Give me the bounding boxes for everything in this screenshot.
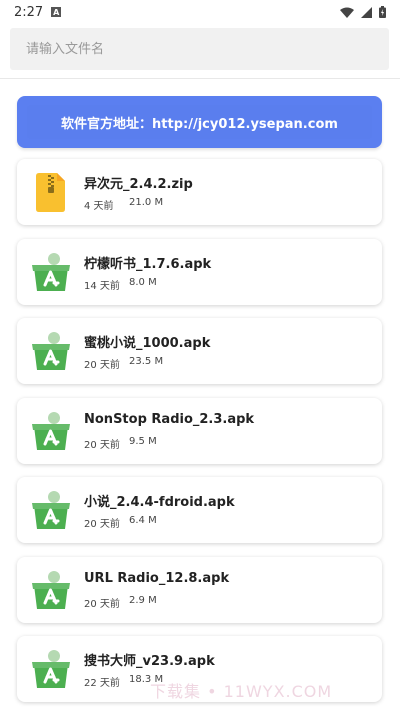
search-box — [10, 28, 389, 70]
file-meta: 20 天前 6.4 M — [84, 515, 157, 530]
file-name: URL Radio_12.8.apk — [84, 570, 230, 586]
divider — [0, 78, 400, 79]
file-meta: 20 天前 23.5 M — [84, 356, 163, 371]
apk-icon — [32, 332, 70, 370]
file-name: 异次元_2.4.2.zip — [84, 177, 193, 192]
file-size: 8.0 M — [129, 276, 157, 288]
file-name: 搜书大师_v23.9.apk — [84, 654, 215, 669]
file-date: 20 天前 — [84, 439, 120, 451]
file-meta: 20 天前 2.9 M — [84, 595, 157, 610]
search-input[interactable] — [24, 40, 375, 58]
file-date: 14 天前 — [84, 280, 120, 292]
file-size: 9.5 M — [129, 435, 157, 447]
file-name: 小说_2.4.4-fdroid.apk — [84, 495, 235, 510]
file-meta: 14 天前 8.0 M — [84, 277, 157, 292]
file-item[interactable]: 柠檬听书_1.7.6.apk 14 天前 8.0 M — [17, 238, 382, 305]
notification-icon: A — [51, 7, 62, 17]
battery-icon — [379, 6, 386, 18]
zip-icon — [36, 173, 65, 212]
file-name: 蜜桃小说_1000.apk — [84, 336, 211, 351]
file-date: 20 天前 — [84, 598, 120, 610]
banner-inner: 软件官方地址：http://jcy012.ysepan.com — [27, 105, 372, 139]
file-name: NonStop Radio_2.3.apk — [84, 411, 255, 427]
file-date: 20 天前 — [84, 519, 120, 530]
file-item[interactable]: NonStop Radio_2.3.apk 20 天前 9.5 M — [17, 397, 382, 464]
apk-icon — [32, 411, 70, 450]
file-date: 22 天前 — [84, 678, 120, 689]
apk-icon — [32, 491, 70, 529]
status-right — [340, 6, 386, 18]
file-item[interactable]: URL Radio_12.8.apk 20 天前 2.9 M — [17, 556, 382, 623]
file-list: 异次元_2.4.2.zip 4 天前 21.0 M 柠檬听书_1.7.6.apk… — [17, 159, 382, 716]
official-site-banner[interactable]: 软件官方地址：http://jcy012.ysepan.com — [17, 96, 382, 148]
signal-icon — [361, 6, 372, 18]
file-item[interactable]: 异次元_2.4.2.zip 4 天前 21.0 M — [17, 159, 382, 225]
status-left: 2:27 A — [14, 4, 62, 20]
file-size: 23.5 M — [129, 356, 164, 367]
file-item[interactable]: 小说_2.4.4-fdroid.apk 20 天前 6.4 M — [17, 477, 382, 543]
file-size: 6.4 M — [129, 515, 157, 526]
file-name: 柠檬听书_1.7.6.apk — [84, 256, 212, 272]
file-date: 20 天前 — [84, 360, 120, 371]
apk-icon — [32, 252, 70, 291]
file-item[interactable]: 蜜桃小说_1000.apk 20 天前 23.5 M — [17, 318, 382, 384]
status-bar: 2:27 A — [0, 0, 400, 24]
file-date: 4 天前 — [84, 201, 114, 212]
apk-icon — [32, 650, 70, 688]
banner-text: 软件官方地址：http://jcy012.ysepan.com — [61, 116, 338, 132]
apk-icon — [32, 570, 70, 609]
file-size: 21.0 M — [129, 197, 164, 208]
wifi-icon — [340, 7, 354, 18]
watermark: 下载集 • 11WYX.COM — [150, 682, 333, 701]
file-meta: 20 天前 9.5 M — [84, 436, 157, 451]
file-size: 2.9 M — [129, 594, 157, 606]
status-time: 2:27 — [14, 4, 44, 20]
file-meta: 4 天前 21.0 M — [84, 197, 163, 212]
